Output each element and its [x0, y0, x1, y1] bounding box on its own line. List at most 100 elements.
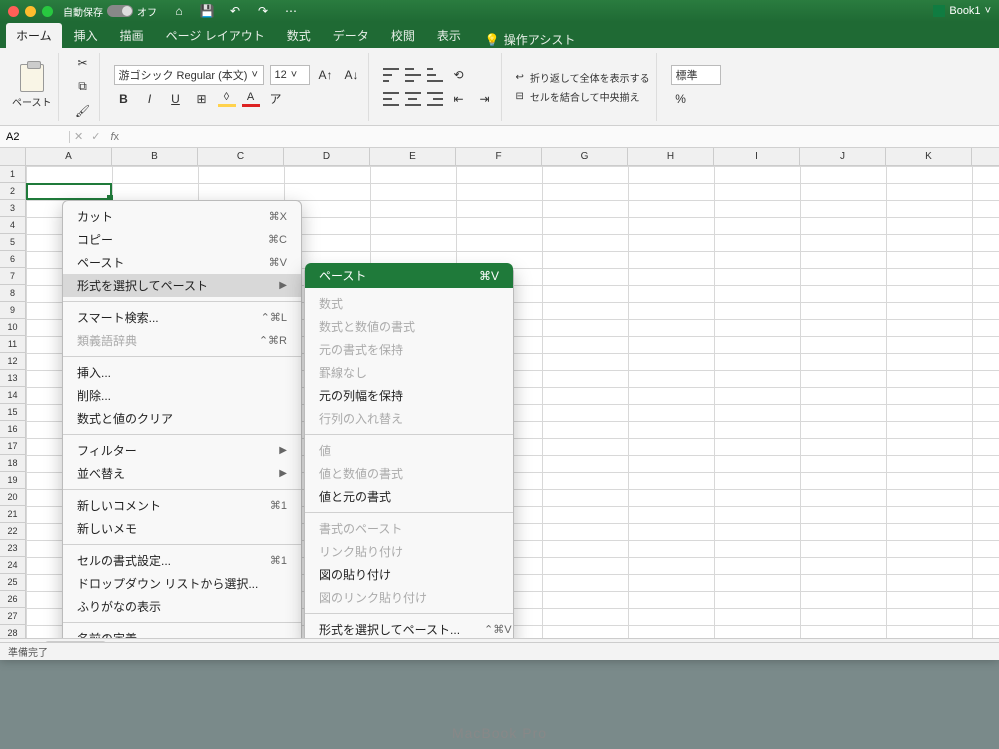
column-header[interactable]: H [628, 148, 714, 165]
menu-item[interactable]: ペースト⌘V [63, 251, 301, 274]
align-bottom-icon[interactable] [427, 68, 443, 82]
row-header[interactable]: 9 [0, 302, 25, 319]
column-header[interactable]: I [714, 148, 800, 165]
bold-button[interactable]: B [114, 89, 134, 109]
tab-formulas[interactable]: 数式 [277, 23, 321, 48]
italic-button[interactable]: I [140, 89, 160, 109]
row-header[interactable]: 21 [0, 506, 25, 523]
column-header[interactable]: C [198, 148, 284, 165]
row-header[interactable]: 10 [0, 319, 25, 336]
row-header[interactable]: 11 [0, 336, 25, 353]
align-middle-icon[interactable] [405, 68, 421, 82]
format-painter-icon[interactable]: 🖌 [73, 101, 93, 121]
menu-item[interactable]: 数式と値のクリア [63, 407, 301, 430]
minimize-icon[interactable] [25, 6, 36, 17]
wrap-text-button[interactable]: ↩折り返して全体を表示する [516, 70, 650, 85]
menu-item[interactable]: 削除... [63, 384, 301, 407]
cells-area[interactable]: カット⌘Xコピー⌘Cペースト⌘V形式を選択してペースト▶ スマート検索...⌃⌘L… [26, 166, 999, 638]
border-button[interactable]: ⊞ [192, 89, 212, 109]
menu-item[interactable]: 元の列幅を保持 [305, 384, 513, 407]
column-header[interactable]: E [370, 148, 456, 165]
row-header[interactable]: 3 [0, 200, 25, 217]
row-header[interactable]: 1 [0, 166, 25, 183]
chevron-down-icon[interactable]: ˅ [985, 5, 991, 17]
document-title[interactable]: Book1 ˅ [933, 5, 991, 17]
align-left-icon[interactable] [383, 92, 399, 106]
submenu-header[interactable]: ペースト⌘V [305, 263, 513, 288]
row-header[interactable]: 23 [0, 540, 25, 557]
menu-item[interactable]: 名前の定義... [63, 627, 301, 638]
copy-icon[interactable]: ⧉ [73, 77, 93, 97]
increase-indent-icon[interactable]: ⇥ [475, 89, 495, 109]
merge-center-button[interactable]: ⊟セルを結合して中央揃え [516, 89, 650, 104]
row-header[interactable]: 7 [0, 268, 25, 285]
autosave-toggle[interactable]: 自動保存 オフ [63, 4, 157, 19]
tab-view[interactable]: 表示 [427, 23, 471, 48]
more-icon[interactable]: ⋯ [281, 1, 301, 21]
column-header[interactable]: J [800, 148, 886, 165]
column-header[interactable]: F [456, 148, 542, 165]
percent-button[interactable]: % [671, 89, 691, 109]
menu-item[interactable]: カット⌘X [63, 205, 301, 228]
fx-icon[interactable]: fx [104, 131, 125, 143]
increase-font-icon[interactable]: A↑ [316, 65, 336, 85]
row-header[interactable]: 17 [0, 438, 25, 455]
context-menu[interactable]: カット⌘Xコピー⌘Cペースト⌘V形式を選択してペースト▶ スマート検索...⌃⌘L… [62, 200, 302, 638]
row-header[interactable]: 2 [0, 183, 25, 200]
align-center-icon[interactable] [405, 92, 421, 106]
column-header[interactable]: G [542, 148, 628, 165]
menu-item[interactable]: ふりがなの表示 [63, 595, 301, 618]
menu-item[interactable]: セルの書式設定...⌘1 [63, 549, 301, 572]
menu-item[interactable]: ドロップダウン リストから選択... [63, 572, 301, 595]
paste-special-submenu[interactable]: ペースト⌘V数式数式と数値の書式元の書式を保持罫線なし元の列幅を保持行列の入れ替… [304, 266, 514, 638]
row-header[interactable]: 13 [0, 370, 25, 387]
menu-item[interactable]: 形式を選択してペースト▶ [63, 274, 301, 297]
font-color-button[interactable]: A [242, 91, 260, 107]
undo-icon[interactable]: ↶ [225, 1, 245, 21]
menu-item[interactable]: フィルター▶ [63, 439, 301, 462]
menu-item[interactable]: 値と元の書式 [305, 485, 513, 508]
align-top-icon[interactable] [383, 68, 399, 82]
autosave-switch[interactable] [107, 5, 133, 17]
row-header[interactable]: 22 [0, 523, 25, 540]
orientation-icon[interactable]: ⟲ [449, 65, 469, 85]
menu-item[interactable]: 図の貼り付け [305, 563, 513, 586]
close-icon[interactable] [8, 6, 19, 17]
menu-item[interactable]: 形式を選択してペースト...⌃⌘V [305, 618, 513, 638]
align-right-icon[interactable] [427, 92, 443, 106]
row-header[interactable]: 8 [0, 285, 25, 302]
paste-button[interactable]: ペースト [12, 64, 52, 109]
menu-item[interactable]: 挿入... [63, 361, 301, 384]
menu-item[interactable]: 新しいメモ [63, 517, 301, 540]
home-icon[interactable]: ⌂ [169, 1, 189, 21]
cancel-icon[interactable]: ✕ [70, 130, 87, 143]
row-header[interactable]: 16 [0, 421, 25, 438]
underline-button[interactable]: U [166, 89, 186, 109]
font-size-select[interactable]: 12˅ [270, 65, 310, 85]
menu-item[interactable]: 新しいコメント⌘1 [63, 494, 301, 517]
row-header[interactable]: 28 [0, 625, 25, 638]
column-header[interactable]: B [112, 148, 198, 165]
row-header[interactable]: 24 [0, 557, 25, 574]
menu-item[interactable]: スマート検索...⌃⌘L [63, 306, 301, 329]
tab-review[interactable]: 校閲 [381, 23, 425, 48]
cut-icon[interactable]: ✂ [73, 53, 93, 73]
tab-draw[interactable]: 描画 [110, 23, 154, 48]
save-icon[interactable]: 💾 [197, 1, 217, 21]
fill-color-button[interactable]: ◊ [218, 91, 236, 107]
row-header[interactable]: 20 [0, 489, 25, 506]
row-header[interactable]: 12 [0, 353, 25, 370]
row-header[interactable]: 14 [0, 387, 25, 404]
active-cell[interactable] [26, 183, 112, 200]
redo-icon[interactable]: ↷ [253, 1, 273, 21]
tab-data[interactable]: データ [323, 23, 379, 48]
row-header[interactable]: 4 [0, 217, 25, 234]
decrease-font-icon[interactable]: A↓ [342, 65, 362, 85]
font-name-select[interactable]: 游ゴシック Regular (本文)˅ [114, 65, 264, 85]
column-header[interactable]: K [886, 148, 972, 165]
row-header[interactable]: 19 [0, 472, 25, 489]
menu-item[interactable]: コピー⌘C [63, 228, 301, 251]
row-header[interactable]: 25 [0, 574, 25, 591]
column-header[interactable]: A [26, 148, 112, 165]
zoom-icon[interactable] [42, 6, 53, 17]
